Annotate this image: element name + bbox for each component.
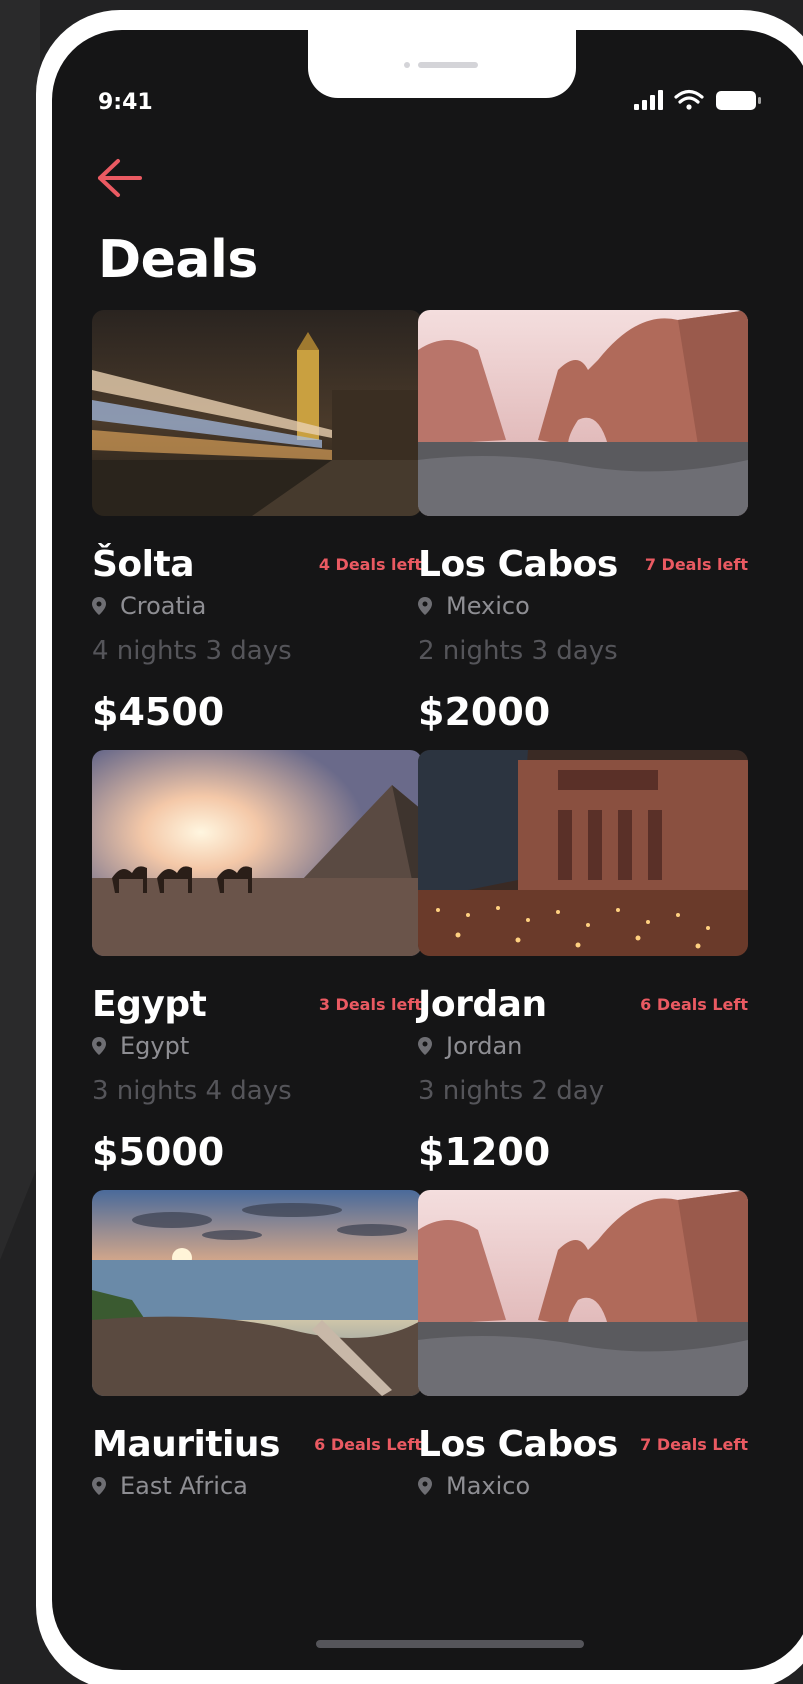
deal-location: Maxico (418, 1470, 748, 1502)
deal-location-text: East Africa (120, 1472, 248, 1500)
deal-location-text: Egypt (120, 1032, 190, 1060)
deal-duration: 3 nights 4 days (92, 1076, 292, 1106)
deal-name: Los Cabos (418, 543, 618, 585)
speaker-icon (418, 62, 478, 68)
status-time: 9:41 (98, 90, 153, 115)
deal-name: Los Cabos (418, 1423, 618, 1465)
deal-card[interactable]: Mauritius 6 Deals Left East Africa (92, 1190, 422, 1502)
deal-price: $4500 (92, 690, 225, 734)
deal-card[interactable]: Egypt 3 Deals left Egypt 3 nights 4 days… (92, 750, 422, 1174)
deal-image[interactable] (418, 310, 748, 516)
deal-card[interactable]: Šolta 4 Deals left Croatia 4 nights 3 da… (92, 310, 422, 734)
deal-location: Egypt (92, 1030, 422, 1062)
deal-duration: 3 nights 2 day (418, 1076, 605, 1106)
deal-location: East Africa (92, 1470, 422, 1502)
deal-location-text: Jordan (446, 1032, 523, 1060)
back-button[interactable] (96, 156, 146, 200)
location-pin-icon (418, 597, 432, 615)
deal-image[interactable] (92, 750, 422, 956)
home-indicator[interactable] (316, 1640, 584, 1648)
location-pin-icon (92, 1477, 106, 1495)
deal-card[interactable]: Los Cabos 7 Deals left Mexico 2 nights 3… (418, 310, 748, 734)
status-icons (634, 89, 761, 110)
battery-icon (716, 91, 761, 110)
deals-left-badge: 4 Deals left (318, 554, 422, 574)
camera-icon (404, 62, 410, 68)
deals-left-badge: 6 Deals Left (640, 994, 748, 1014)
deal-image[interactable] (418, 750, 748, 956)
signal-icon (634, 90, 663, 110)
deal-image[interactable] (92, 310, 422, 516)
phone-frame: 9:41 Deals Šolta 4 Deals left Croatia 4 … (36, 10, 803, 1684)
deals-left-badge: 3 Deals left (318, 994, 422, 1014)
deal-name: Jordan (418, 983, 547, 1025)
deal-name: Mauritius (92, 1423, 280, 1465)
page-title: Deals (98, 230, 258, 290)
location-pin-icon (92, 597, 106, 615)
arrow-left-icon (98, 159, 142, 197)
deal-price: $1200 (418, 1130, 551, 1174)
location-pin-icon (418, 1477, 432, 1495)
deals-left-badge: 6 Deals Left (314, 1434, 422, 1454)
deal-name: Šolta (92, 543, 195, 585)
deal-price: $5000 (92, 1130, 225, 1174)
deal-location: Mexico (418, 590, 748, 622)
deal-image[interactable] (418, 1190, 748, 1396)
deal-location-text: Croatia (120, 592, 207, 620)
deal-card[interactable]: Los Cabos 7 Deals Left Maxico (418, 1190, 748, 1502)
phone-notch (308, 30, 576, 98)
deal-location-text: Mexico (446, 592, 530, 620)
deal-price: $2000 (418, 690, 551, 734)
deal-location: Jordan (418, 1030, 748, 1062)
deal-name: Egypt (92, 983, 207, 1025)
location-pin-icon (418, 1037, 432, 1055)
deal-location-text: Maxico (446, 1472, 531, 1500)
deal-duration: 4 nights 3 days (92, 636, 292, 666)
app-screen: 9:41 Deals Šolta 4 Deals left Croatia 4 … (52, 30, 803, 1670)
deals-left-badge: 7 Deals Left (640, 1434, 748, 1454)
deal-card[interactable]: Jordan 6 Deals Left Jordan 3 nights 2 da… (418, 750, 748, 1174)
wifi-icon (674, 89, 704, 110)
deal-location: Croatia (92, 590, 422, 622)
deals-left-badge: 7 Deals left (644, 554, 748, 574)
deal-image[interactable] (92, 1190, 422, 1396)
location-pin-icon (92, 1037, 106, 1055)
deal-duration: 2 nights 3 days (418, 636, 618, 666)
